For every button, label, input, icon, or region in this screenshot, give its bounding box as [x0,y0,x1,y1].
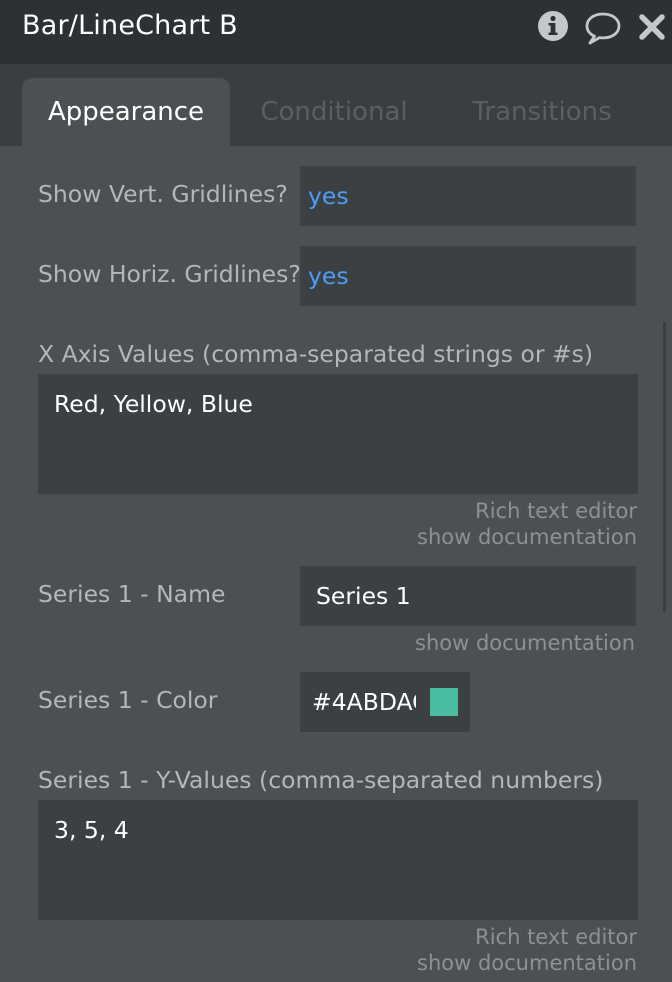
tab-conditional[interactable]: Conditional [245,78,423,146]
vert-gridlines-value: yes [308,182,349,210]
tab-bar: Appearance Conditional Transitions [0,64,672,146]
horiz-gridlines-label: Show Horiz. Gridlines? [38,260,301,288]
series1-y-values-input[interactable]: 3, 5, 4 [38,800,638,920]
property-editor-header: Bar/LineChart B [0,0,672,64]
tab-transitions[interactable]: Transitions [456,78,628,146]
series1-color-input[interactable]: #4ABDAC [300,672,470,732]
series1-y-values-label: Series 1 - Y-Values (comma-separated num… [38,766,604,794]
series1-y-values-text: 3, 5, 4 [54,816,129,844]
series1-color-label: Series 1 - Color [38,686,218,714]
series1-y-rich-text-editor-link[interactable]: Rich text editor [475,925,637,949]
x-axis-show-documentation-link[interactable]: show documentation [417,525,637,549]
tab-appearance[interactable]: Appearance [22,78,230,146]
close-icon[interactable] [638,13,666,41]
x-axis-values-input[interactable]: Red, Yellow, Blue [38,374,638,494]
comment-icon[interactable] [584,10,622,46]
x-axis-values-label: X Axis Values (comma-separated strings o… [38,340,594,368]
horiz-gridlines-value: yes [308,262,349,290]
info-icon[interactable] [537,10,569,42]
x-axis-rich-text-editor-link[interactable]: Rich text editor [475,499,637,523]
vert-gridlines-label: Show Vert. Gridlines? [38,180,288,208]
vert-gridlines-dropdown[interactable]: yes [300,166,636,226]
horiz-gridlines-dropdown[interactable]: yes [300,246,636,306]
series1-y-show-documentation-link[interactable]: show documentation [417,951,637,975]
series1-color-value: #4ABDAC [312,688,416,716]
scrollbar[interactable] [663,322,666,612]
series1-name-label: Series 1 - Name [38,580,226,608]
x-axis-values-text: Red, Yellow, Blue [54,390,253,418]
series1-name-value: Series 1 [316,582,411,610]
element-title: Bar/LineChart B [22,10,238,41]
color-swatch[interactable] [430,688,458,716]
series1-name-input[interactable]: Series 1 [300,566,636,626]
series1-name-show-documentation-link[interactable]: show documentation [415,631,635,655]
